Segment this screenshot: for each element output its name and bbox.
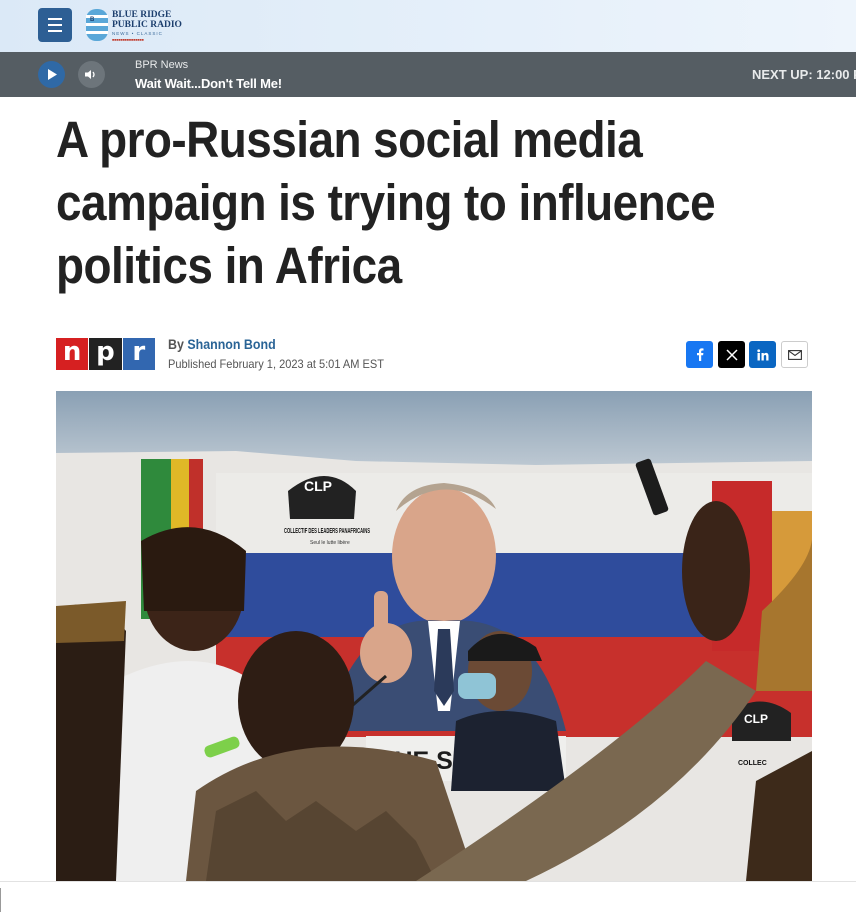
logo-flag: ■■■■■■■■■■■■■■■ [112, 38, 144, 42]
logo-tagline: NEWS • CLASSIC [112, 31, 163, 36]
menu-icon-bar [48, 18, 62, 20]
site-header: B BLUE RIDGE PUBLIC RADIO NEWS • CLASSIC… [0, 0, 856, 52]
audio-player-bar [0, 52, 856, 97]
logo-wordmark: BLUE RIDGE PUBLIC RADIO [112, 10, 182, 30]
npr-logo-letter: p [89, 338, 122, 370]
volume-icon [85, 70, 95, 79]
station-logo[interactable]: B BLUE RIDGE PUBLIC RADIO NEWS • CLASSIC… [84, 7, 182, 43]
share-facebook-button[interactable] [686, 341, 713, 368]
lead-photo-illustration: CLP COLLECTIF DES LEADERS PANAFRICAINS S… [56, 391, 812, 881]
byline-prefix: By [168, 337, 184, 352]
npr-logo[interactable]: n p r [56, 338, 155, 370]
article-headline: A pro-Russian social media campaign is t… [56, 111, 716, 294]
facebook-icon [696, 348, 703, 361]
svg-text:CLP: CLP [304, 478, 332, 494]
npr-logo-letter: n [56, 338, 89, 370]
menu-icon-bar [48, 24, 62, 26]
share-email-button[interactable] [781, 341, 808, 368]
menu-icon-bar [48, 30, 62, 32]
play-button[interactable] [38, 61, 65, 88]
divider [0, 888, 1, 912]
player-station: BPR News [135, 59, 189, 71]
logo-mark-icon: B [86, 9, 108, 41]
bottom-bar [0, 881, 856, 917]
svg-text:B: B [90, 17, 95, 23]
volume-button[interactable] [78, 61, 105, 88]
share-x-button[interactable] [718, 341, 745, 368]
publish-date: Published February 1, 2023 at 5:01 AM ES… [168, 357, 385, 371]
share-linkedin-button[interactable] [749, 341, 776, 368]
byline: By Shannon Bond [168, 337, 276, 352]
play-icon [47, 69, 57, 80]
linkedin-icon [756, 348, 768, 360]
banner-org-text: COLLECTIF DES LEADERS PANAFRICAINS [284, 526, 370, 535]
banner-logo-text: CLP [744, 712, 768, 726]
banner-motto-text: Seul le lutte libère [310, 540, 350, 546]
email-icon [787, 349, 802, 360]
banner-org-partial-text: COLLEC [738, 760, 767, 767]
author-link[interactable]: Shannon Bond [187, 337, 275, 352]
player-show-title[interactable]: Wait Wait...Don't Tell Me! [135, 76, 282, 91]
article-lead-photo[interactable]: CLP COLLECTIF DES LEADERS PANAFRICAINS S… [56, 391, 812, 881]
player-next-up: NEXT UP: 12:00 P [752, 67, 856, 82]
hamburger-menu-button[interactable] [38, 8, 72, 42]
npr-logo-letter: r [122, 338, 155, 370]
x-icon [725, 348, 738, 361]
